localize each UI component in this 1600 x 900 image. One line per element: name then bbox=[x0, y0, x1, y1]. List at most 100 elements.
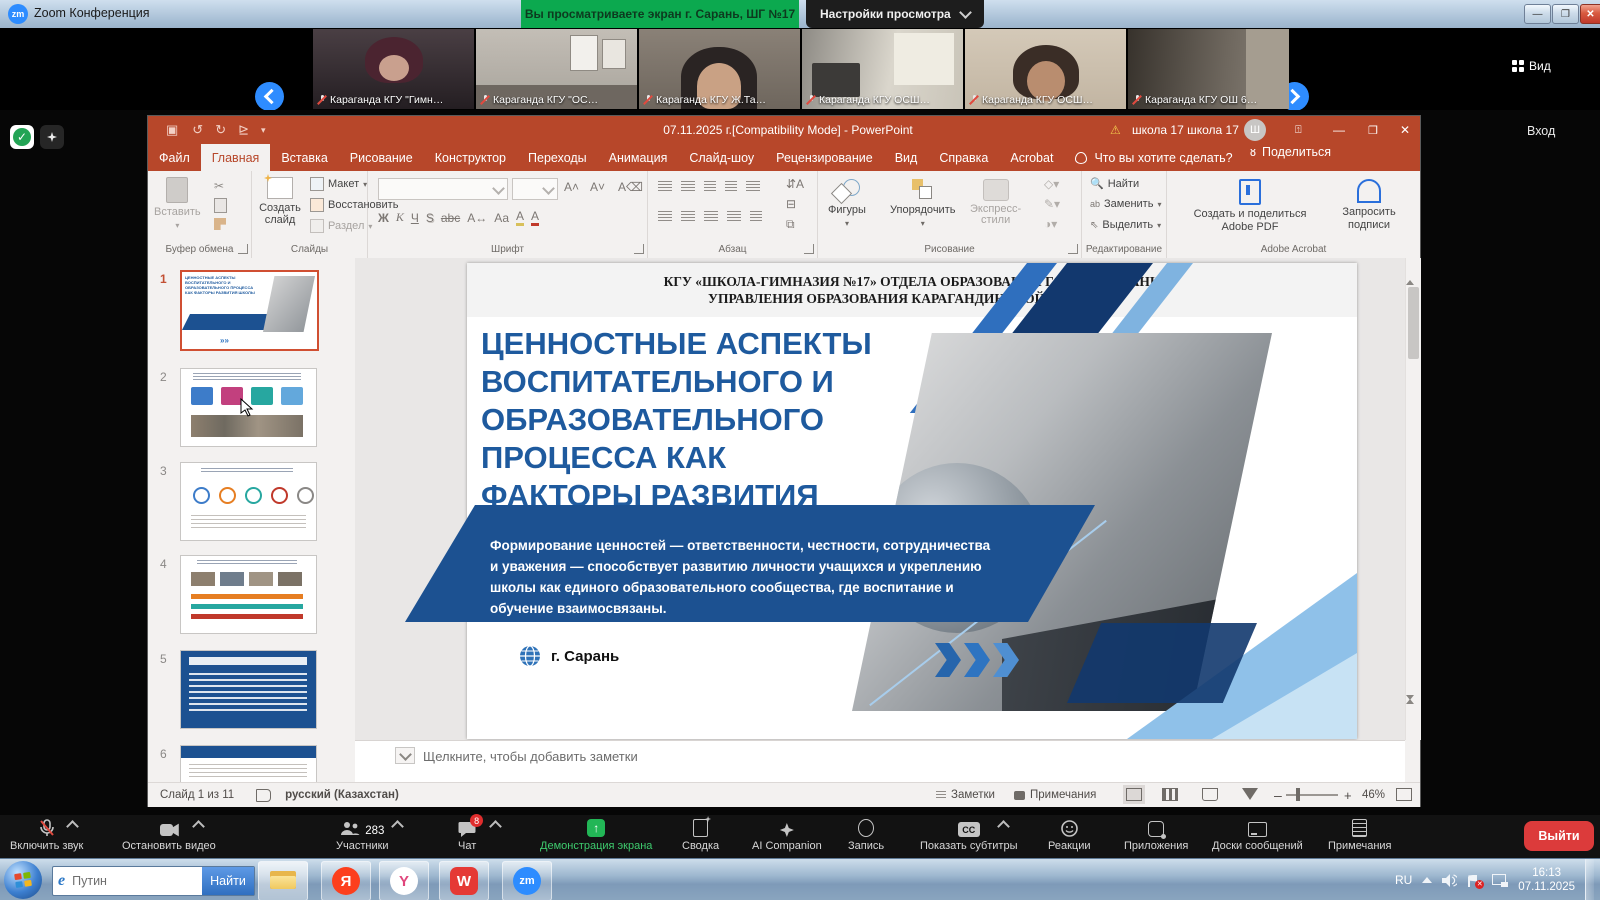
layout-button[interactable]: Макет▾ bbox=[310, 177, 367, 191]
video-tile[interactable]: Караганда КГУ ОСШ… bbox=[965, 29, 1126, 109]
shrink-font-icon[interactable]: А˅ bbox=[590, 180, 605, 194]
grow-font-icon[interactable]: А˄ bbox=[564, 180, 579, 194]
request-signatures-button[interactable]: Запроситьподписи bbox=[1327, 173, 1411, 232]
ppt-scrollbar[interactable] bbox=[1405, 258, 1421, 740]
slide-sorter-view-button[interactable] bbox=[1162, 788, 1178, 804]
chevron-up-icon[interactable] bbox=[192, 820, 205, 833]
start-slideshow-icon[interactable]: ⊵ bbox=[238, 122, 249, 138]
tab-home[interactable]: Главная bbox=[201, 144, 271, 171]
chevron-up-icon[interactable] bbox=[392, 820, 405, 833]
italic-button[interactable]: К bbox=[396, 210, 404, 225]
arrange-button[interactable]: Упорядочить▾ bbox=[890, 173, 955, 228]
spellcheck-book-icon[interactable] bbox=[256, 789, 271, 802]
comments-toggle[interactable]: Примечания bbox=[1014, 789, 1096, 801]
paste-button[interactable]: Вставить▾ bbox=[154, 171, 201, 230]
restore-button[interactable]: ❐ bbox=[1552, 4, 1579, 24]
cut-icon[interactable]: ✂ bbox=[214, 179, 224, 193]
character-spacing-button[interactable]: А↔ bbox=[467, 211, 487, 225]
zoom-out-icon[interactable]: – bbox=[1274, 787, 1282, 803]
share-button[interactable]: ᴕ Поделиться bbox=[1239, 144, 1342, 159]
next-slide-icon[interactable] bbox=[1406, 700, 1421, 718]
notes-collapse-button[interactable] bbox=[395, 747, 415, 764]
underline-button[interactable]: Ч bbox=[411, 211, 419, 225]
share-screen-button[interactable]: ↑ Демонстрация экрана bbox=[540, 818, 652, 852]
record-button[interactable]: Запись bbox=[848, 818, 884, 852]
taskbar-yandex-button[interactable]: Я bbox=[321, 861, 371, 900]
ppt-restore-icon[interactable]: ❐ bbox=[1368, 124, 1378, 137]
captions-button[interactable]: CC Показать субтитры bbox=[920, 818, 1018, 852]
normal-view-button[interactable] bbox=[1123, 785, 1145, 804]
columns-icon[interactable] bbox=[750, 211, 762, 222]
clear-formatting-icon[interactable]: А⌫ bbox=[618, 180, 643, 194]
leave-button[interactable]: Выйти bbox=[1524, 821, 1594, 851]
account-name[interactable]: школа 17 школа 17 bbox=[1132, 123, 1239, 137]
new-slide-button[interactable]: Создать слайд bbox=[254, 171, 306, 226]
sign-in-label[interactable]: Вход bbox=[1527, 124, 1555, 138]
tab-draw[interactable]: Рисование bbox=[339, 144, 424, 171]
clock[interactable]: 16:13 07.11.2025 bbox=[1518, 866, 1575, 894]
chevron-up-icon[interactable] bbox=[997, 820, 1010, 833]
copy-icon[interactable] bbox=[214, 198, 227, 213]
zoom-slider-track[interactable] bbox=[1286, 794, 1338, 796]
find-button[interactable]: 🔍Найти bbox=[1090, 177, 1139, 190]
apps-button[interactable]: Приложения bbox=[1124, 818, 1188, 852]
align-text-icon[interactable]: ⊟ bbox=[786, 197, 796, 211]
show-desktop-button[interactable] bbox=[1585, 859, 1594, 900]
bold-button[interactable]: Ж bbox=[378, 211, 389, 225]
notes-toggle[interactable]: Заметки bbox=[936, 789, 995, 801]
video-tile[interactable]: Караганда КГУ ОШ 6… bbox=[1128, 29, 1289, 109]
create-pdf-button[interactable]: Создать и поделитьсяAdobe PDF bbox=[1185, 173, 1315, 234]
video-tile[interactable]: Караганда КГУ Ж.Та… bbox=[639, 29, 800, 109]
strikethrough-button[interactable]: abc bbox=[441, 211, 460, 225]
justify-icon[interactable] bbox=[727, 211, 741, 222]
shape-effects-icon[interactable]: ◑▾ bbox=[1044, 217, 1057, 231]
notes-pane[interactable]: Щелкните, чтобы добавить заметки bbox=[355, 740, 1405, 783]
align-right-icon[interactable] bbox=[704, 211, 718, 222]
warning-icon[interactable]: ⚠ bbox=[1110, 123, 1121, 137]
highlight-color-button[interactable]: А bbox=[516, 209, 524, 226]
slide-thumbnail-5[interactable] bbox=[180, 650, 317, 729]
whiteboards-button[interactable]: Доски сообщений bbox=[1212, 818, 1303, 852]
slide-thumbnail-6[interactable] bbox=[180, 745, 317, 782]
tell-me-box[interactable]: Что вы хотите сделать? bbox=[1064, 144, 1243, 171]
video-tile[interactable]: Караганда КГУ "ОС… bbox=[476, 29, 637, 109]
chevron-up-icon[interactable] bbox=[66, 820, 79, 833]
select-button[interactable]: ⇖Выделить▾ bbox=[1090, 219, 1161, 231]
font-name-combo[interactable] bbox=[378, 178, 508, 200]
slide-subtitle-band[interactable]: Формирование ценностей — ответственности… bbox=[405, 505, 1095, 622]
network-access-icon[interactable] bbox=[1492, 874, 1508, 887]
summary-button[interactable]: Сводка bbox=[682, 818, 719, 852]
tab-design[interactable]: Конструктор bbox=[424, 144, 517, 171]
stop-video-button[interactable]: Остановить видео bbox=[122, 818, 216, 852]
reactions-button[interactable]: Реакции bbox=[1048, 818, 1091, 852]
chat-button[interactable]: 8 Чат bbox=[458, 818, 476, 852]
fit-to-window-icon[interactable] bbox=[1396, 788, 1412, 804]
dialog-launcher-icon[interactable] bbox=[634, 244, 644, 254]
taskbar-explorer-button[interactable] bbox=[258, 861, 308, 900]
notes-placeholder[interactable]: Щелкните, чтобы добавить заметки bbox=[423, 749, 638, 764]
tab-acrobat[interactable]: Acrobat bbox=[999, 144, 1064, 171]
slide-thumbnail-4[interactable] bbox=[180, 555, 317, 634]
minimize-button[interactable]: — bbox=[1524, 4, 1551, 24]
quick-styles-button[interactable]: Экспресс-стили bbox=[970, 173, 1021, 226]
video-tile[interactable]: Караганда КГУ ОСШ… bbox=[802, 29, 963, 109]
font-size-combo[interactable] bbox=[512, 178, 558, 200]
zoom-slider-thumb[interactable] bbox=[1296, 788, 1300, 801]
network-status-icon[interactable]: ✕ bbox=[1467, 874, 1482, 887]
undo-icon[interactable]: ↺ bbox=[192, 122, 203, 138]
view-button[interactable]: Вид bbox=[1512, 59, 1551, 73]
redo-icon[interactable]: ↻ bbox=[215, 122, 226, 138]
dialog-launcher-icon[interactable] bbox=[804, 244, 814, 254]
tab-file[interactable]: Файл bbox=[148, 144, 201, 171]
shape-fill-icon[interactable]: ◇▾ bbox=[1044, 177, 1059, 191]
taskbar-search-box[interactable]: e Путин Найти bbox=[52, 866, 255, 896]
taskbar-w-app-button[interactable]: W bbox=[439, 861, 489, 900]
ppt-close-icon[interactable]: ✕ bbox=[1400, 123, 1410, 137]
text-shadow-button[interactable]: S bbox=[426, 211, 434, 225]
tab-help[interactable]: Справка bbox=[928, 144, 999, 171]
ribbon-display-options-icon[interactable]: ⍐ bbox=[1295, 124, 1302, 137]
tab-insert[interactable]: Вставка bbox=[270, 144, 338, 171]
avatar[interactable]: Ш bbox=[1244, 119, 1266, 141]
shapes-button[interactable]: Фигуры▾ bbox=[828, 173, 866, 228]
save-icon[interactable]: ▣ bbox=[166, 122, 178, 138]
